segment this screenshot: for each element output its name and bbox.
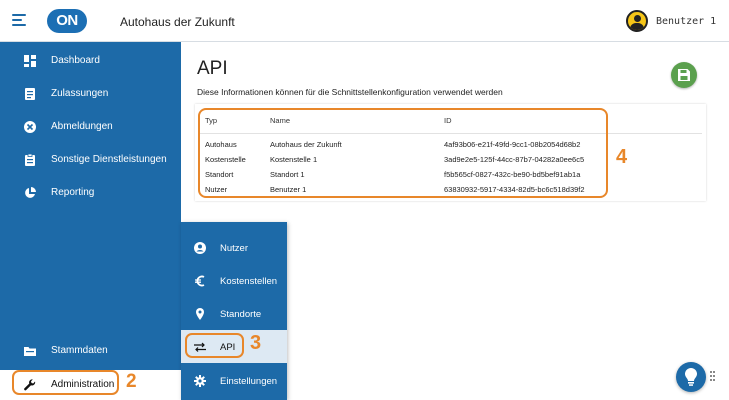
column-header-name[interactable]: Name bbox=[270, 116, 290, 125]
floppy-disk-icon bbox=[678, 69, 690, 81]
sidebar-item-stammdaten[interactable]: Stammdaten bbox=[0, 336, 181, 366]
sidebar-item-label: Reporting bbox=[51, 187, 95, 198]
cell-name: Kostenstelle 1 bbox=[270, 155, 318, 164]
cell-id[interactable]: f5b565cf-0827-432c-be90-bd5bef91ab1a bbox=[444, 170, 580, 179]
sidebar-item-sonstige-dienstleistungen[interactable]: Sonstige Dienstleistungen bbox=[0, 145, 181, 175]
page-description: Diese Informationen können für die Schni… bbox=[197, 87, 503, 97]
sidebar-item-label: Abmeldungen bbox=[51, 121, 113, 132]
help-button[interactable] bbox=[676, 362, 706, 392]
sidebar-item-abmeldungen[interactable]: Abmeldungen bbox=[0, 112, 181, 142]
sidebar-item-reporting[interactable]: Reporting bbox=[0, 178, 181, 208]
column-header-typ[interactable]: Typ bbox=[205, 116, 217, 125]
sidebar: Dashboard Zulassungen Abmeldungen Sonsti… bbox=[0, 42, 181, 400]
cell-typ: Nutzer bbox=[205, 185, 228, 194]
user-icon bbox=[194, 242, 206, 254]
callout-number: 2 bbox=[126, 371, 137, 392]
sidebar-item-label: Sonstige Dienstleistungen bbox=[51, 154, 167, 165]
cell-id[interactable]: 3ad9e2e5-125f-44cc-87b7-04282a0ee6c5 bbox=[444, 155, 584, 164]
app-window: ON Autohaus der Zukunft Benutzer 1 Dashb… bbox=[0, 0, 729, 400]
top-bar: ON Autohaus der Zukunft Benutzer 1 bbox=[0, 0, 729, 42]
sidebar-item-dashboard[interactable]: Dashboard bbox=[0, 46, 181, 76]
avatar[interactable] bbox=[626, 10, 648, 32]
cell-typ: Kostenstelle bbox=[205, 155, 246, 164]
cell-name: Autohaus der Zukunft bbox=[270, 140, 342, 149]
logo[interactable]: ON bbox=[47, 9, 87, 33]
cancel-circle-icon bbox=[24, 121, 36, 133]
sidebar-item-label: Administration bbox=[51, 379, 115, 390]
user-name[interactable]: Benutzer 1 bbox=[656, 16, 716, 27]
submenu-item-standorte[interactable]: Standorte bbox=[181, 297, 287, 330]
cell-name: Standort 1 bbox=[270, 170, 305, 179]
sidebar-item-label: Dashboard bbox=[51, 55, 100, 66]
sidebar-item-zulassungen[interactable]: Zulassungen bbox=[0, 79, 181, 109]
submenu-item-nutzer[interactable]: Nutzer bbox=[181, 231, 287, 264]
cell-id[interactable]: 4af93b06-e21f-49fd-9cc1-08b2054d68b2 bbox=[444, 140, 580, 149]
api-table: Typ Name ID Autohaus Autohaus der Zukunf… bbox=[195, 104, 706, 201]
menu-toggle-icon[interactable] bbox=[12, 14, 26, 26]
submenu-item-label: Einstellungen bbox=[220, 376, 278, 387]
cell-typ: Standort bbox=[205, 170, 234, 179]
lightbulb-icon bbox=[685, 368, 697, 386]
dashboard-icon bbox=[24, 55, 36, 67]
document-icon bbox=[25, 88, 35, 100]
folder-icon bbox=[24, 347, 36, 356]
save-button[interactable] bbox=[671, 62, 697, 88]
euro-icon bbox=[195, 275, 205, 287]
clipboard-icon bbox=[25, 154, 35, 166]
callout-number: 3 bbox=[250, 332, 262, 354]
submenu-item-einstellungen[interactable]: Einstellungen bbox=[181, 364, 287, 397]
column-header-id[interactable]: ID bbox=[444, 116, 452, 125]
cell-id[interactable]: 63830932-5917-4334-82d5-bc6c518d39f2 bbox=[444, 185, 585, 194]
administration-submenu: Nutzer Kostenstellen Standorte API Einst… bbox=[181, 222, 287, 400]
app-title: Autohaus der Zukunft bbox=[120, 15, 235, 29]
submenu-item-label: Kostenstellen bbox=[220, 276, 278, 287]
submenu-item-api[interactable]: API bbox=[181, 330, 287, 363]
pie-chart-icon bbox=[25, 187, 36, 198]
drag-handle-icon[interactable] bbox=[710, 371, 716, 383]
location-pin-icon bbox=[196, 308, 204, 320]
page-title: API bbox=[197, 58, 228, 79]
swap-arrows-icon bbox=[194, 342, 206, 352]
header-divider bbox=[199, 133, 702, 134]
gear-icon bbox=[194, 375, 206, 387]
submenu-item-label: Standorte bbox=[220, 309, 262, 320]
sidebar-item-administration[interactable]: Administration bbox=[0, 370, 181, 400]
submenu-item-kostenstellen[interactable]: Kostenstellen bbox=[181, 264, 287, 297]
submenu-item-label: API bbox=[220, 342, 236, 353]
cell-name: Benutzer 1 bbox=[270, 185, 307, 194]
callout-number: 4 bbox=[616, 146, 628, 168]
cell-typ: Autohaus bbox=[205, 140, 237, 149]
sidebar-item-label: Stammdaten bbox=[51, 345, 108, 356]
wrench-icon bbox=[24, 379, 36, 391]
submenu-item-label: Nutzer bbox=[220, 243, 248, 254]
sidebar-item-label: Zulassungen bbox=[51, 88, 109, 99]
